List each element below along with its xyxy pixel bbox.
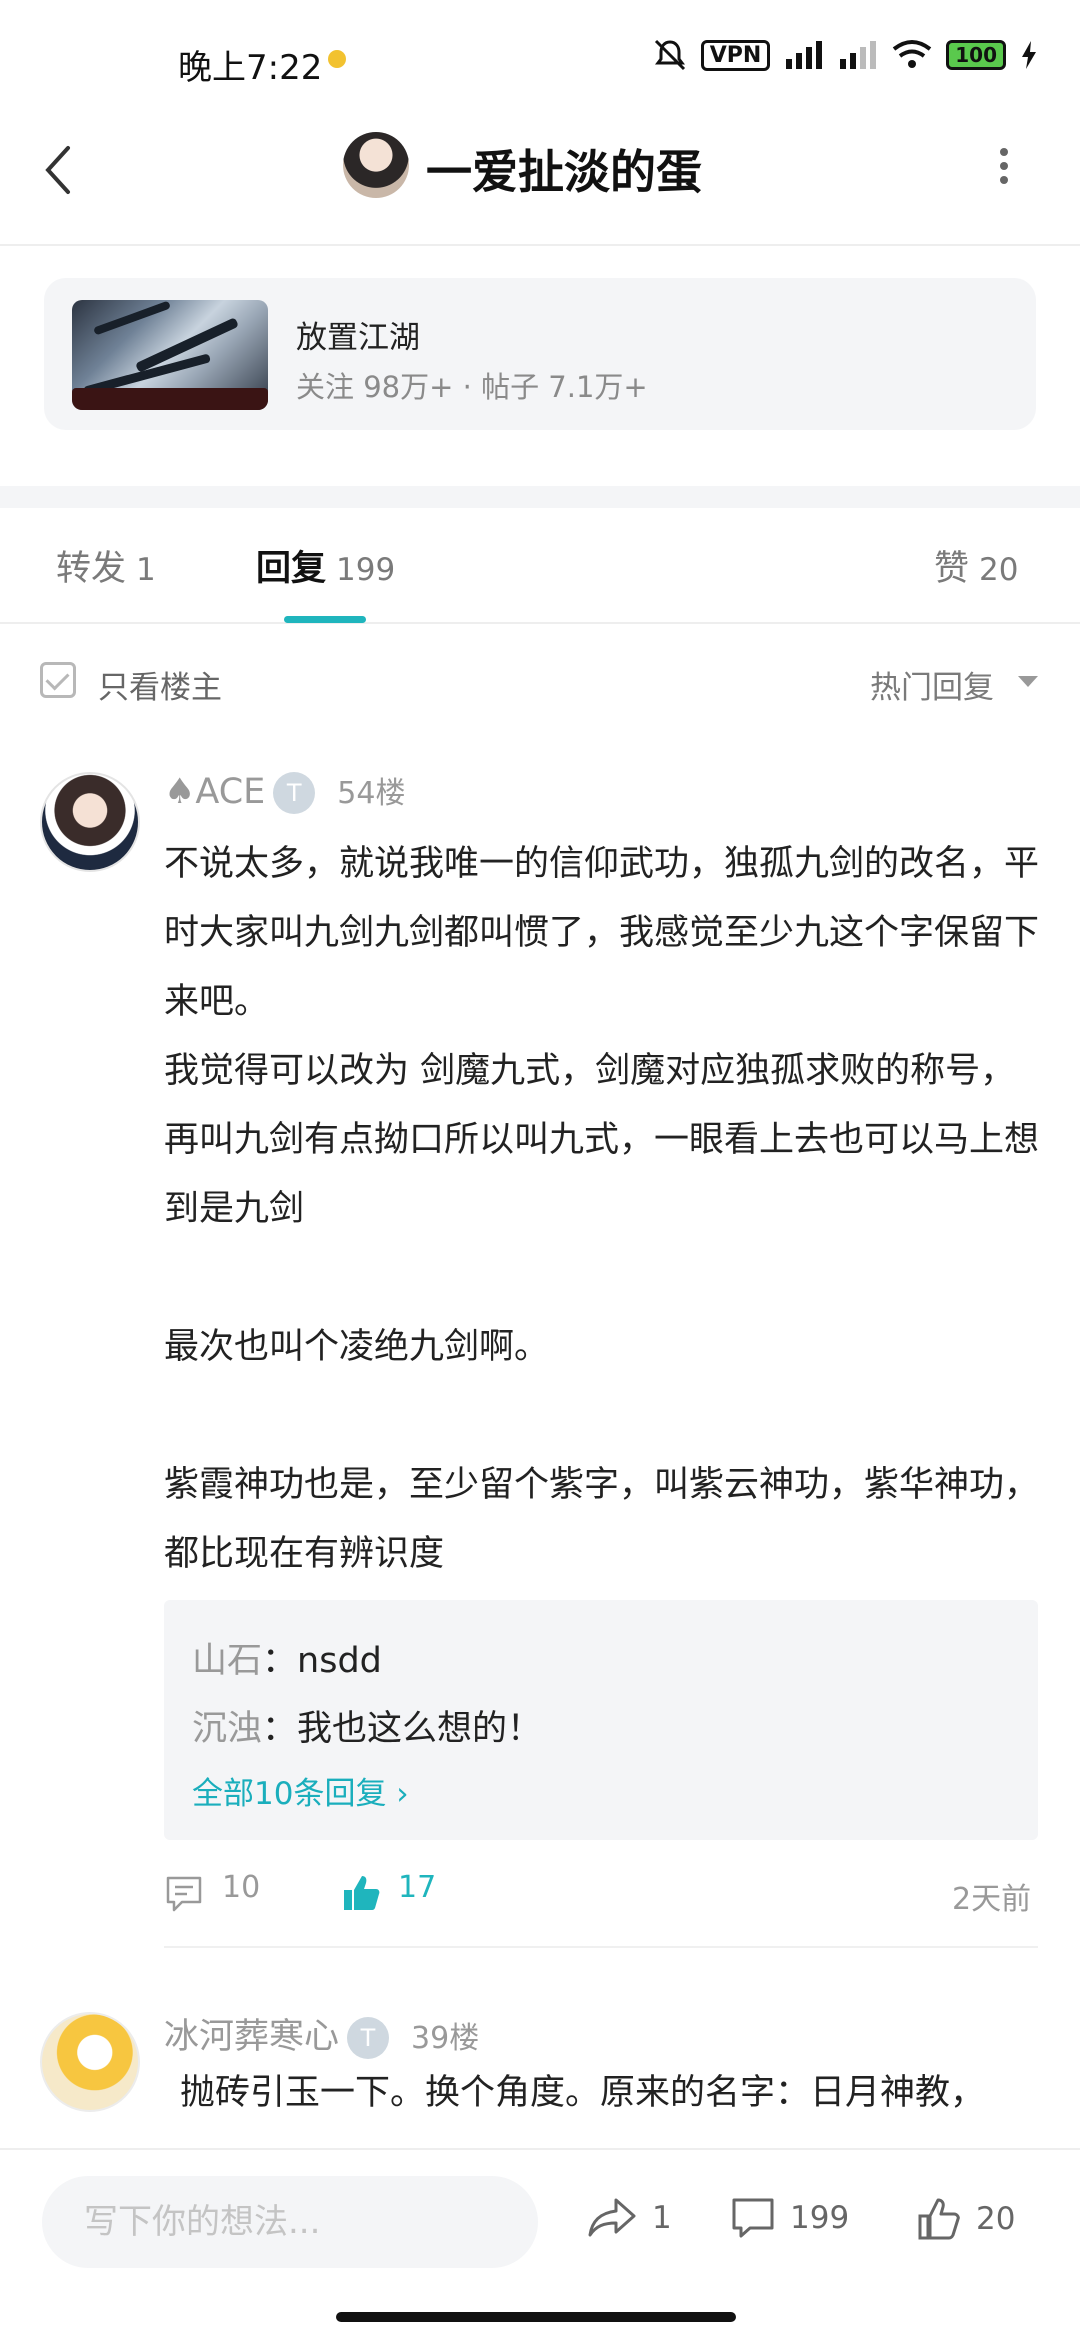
- sub-reply-text: 我也这么想的！: [297, 1709, 543, 1749]
- comment-button[interactable]: 199: [730, 2196, 849, 2240]
- topic-name: 放置江湖: [296, 320, 420, 356]
- username[interactable]: 冰河葬寒心: [164, 2017, 339, 2057]
- sub-reply-user[interactable]: 山石: [192, 1641, 262, 1681]
- topic-cover-image: [72, 300, 268, 410]
- tab-reply-label: 回复: [256, 549, 327, 589]
- tab-bar: [0, 508, 1080, 624]
- tab-forward-label: 转发: [56, 549, 127, 589]
- status-time: 晚上7:22: [178, 48, 323, 88]
- avatar[interactable]: [40, 2012, 140, 2112]
- floor-number: 39楼: [411, 2021, 480, 2056]
- status-icons: VPN 100: [653, 38, 1038, 72]
- tab-like[interactable]: 赞 20: [934, 540, 1018, 591]
- avatar[interactable]: [40, 772, 140, 872]
- charging-icon: [1022, 41, 1036, 69]
- sort-dropdown[interactable]: 热门回复: [870, 662, 994, 707]
- floor-number: 54楼: [337, 776, 406, 811]
- status-bar: 晚上7:22 VPN 100: [0, 0, 1080, 120]
- sub-reply-user[interactable]: 沉浊: [192, 1709, 262, 1749]
- vpn-icon: VPN: [700, 39, 771, 71]
- page-title: 一爱扯淡的蛋: [426, 145, 702, 199]
- sub-reply-text: nsdd: [297, 1641, 382, 1681]
- tab-like-label: 赞: [934, 549, 970, 589]
- post-header: 冰河葬寒心 T 39楼: [164, 2008, 479, 2059]
- topic-stats: 关注 98万+ · 帖子 7.1万+: [296, 370, 648, 404]
- signal-icon: [840, 41, 877, 69]
- section-divider: [0, 486, 1080, 508]
- tab-forward[interactable]: 转发 1: [56, 540, 156, 591]
- only-op-checkbox[interactable]: [40, 662, 76, 698]
- level-badge-icon: T: [347, 2017, 390, 2059]
- tab-like-count: 20: [979, 552, 1019, 588]
- tab-reply-count: 199: [336, 552, 396, 588]
- post-content: 抛砖引玉一下。换个角度。原来的名字：日月神教，: [180, 2073, 986, 2113]
- post-header: ♠ACE T 54楼: [164, 768, 405, 814]
- sub-reply-separator: ：: [262, 1641, 298, 1681]
- post-time: 2天前: [952, 1882, 1032, 1917]
- share-count: 1: [652, 2200, 672, 2236]
- more-menu-icon[interactable]: [994, 146, 1014, 186]
- comment-input[interactable]: [42, 2176, 538, 2268]
- only-op-label[interactable]: 只看楼主: [98, 662, 222, 707]
- view-all-replies-link[interactable]: 全部10条回复 ›: [192, 1768, 409, 1813]
- like-button[interactable]: 20: [916, 2196, 1015, 2242]
- sub-reply[interactable]: 沉浊：我也这么想的！: [192, 1700, 542, 1751]
- signal-icon: [786, 41, 823, 69]
- level-badge-icon: T: [273, 772, 316, 814]
- home-indicator[interactable]: [336, 2312, 736, 2322]
- wifi-icon: [893, 40, 932, 68]
- share-button[interactable]: 1: [588, 2196, 672, 2240]
- post-divider: [164, 1946, 1038, 1948]
- tab-active-indicator: [284, 616, 366, 623]
- back-arrow-icon[interactable]: [40, 140, 80, 200]
- username[interactable]: ♠ACE: [164, 772, 265, 812]
- share-arrow-icon: [588, 2198, 636, 2237]
- author-avatar[interactable]: [343, 132, 409, 198]
- comment-count: 199: [790, 2200, 850, 2236]
- like-count[interactable]: 17: [398, 1870, 436, 1905]
- tab-reply[interactable]: 回复 199: [256, 540, 395, 591]
- sub-reply-separator: ：: [262, 1709, 298, 1749]
- thumbs-up-icon[interactable]: [340, 1872, 382, 1914]
- caret-down-icon[interactable]: [1018, 676, 1038, 687]
- battery-icon: 100: [946, 40, 1006, 70]
- like-count: 20: [976, 2201, 1016, 2237]
- mute-icon: [654, 39, 685, 71]
- notification-dot-icon: [328, 50, 346, 68]
- tab-forward-count: 1: [136, 552, 156, 588]
- thumbs-up-icon: [918, 2198, 960, 2240]
- sub-reply[interactable]: 山石：nsdd: [192, 1632, 382, 1683]
- post-content: 不说太多，就说我唯一的信仰武功，独孤九剑的改名，平时大家叫九剑九剑都叫惯了，我感…: [164, 844, 1040, 1574]
- comment-icon[interactable]: [164, 1874, 204, 1914]
- comment-count[interactable]: 10: [222, 1870, 260, 1905]
- comment-icon: [732, 2198, 774, 2238]
